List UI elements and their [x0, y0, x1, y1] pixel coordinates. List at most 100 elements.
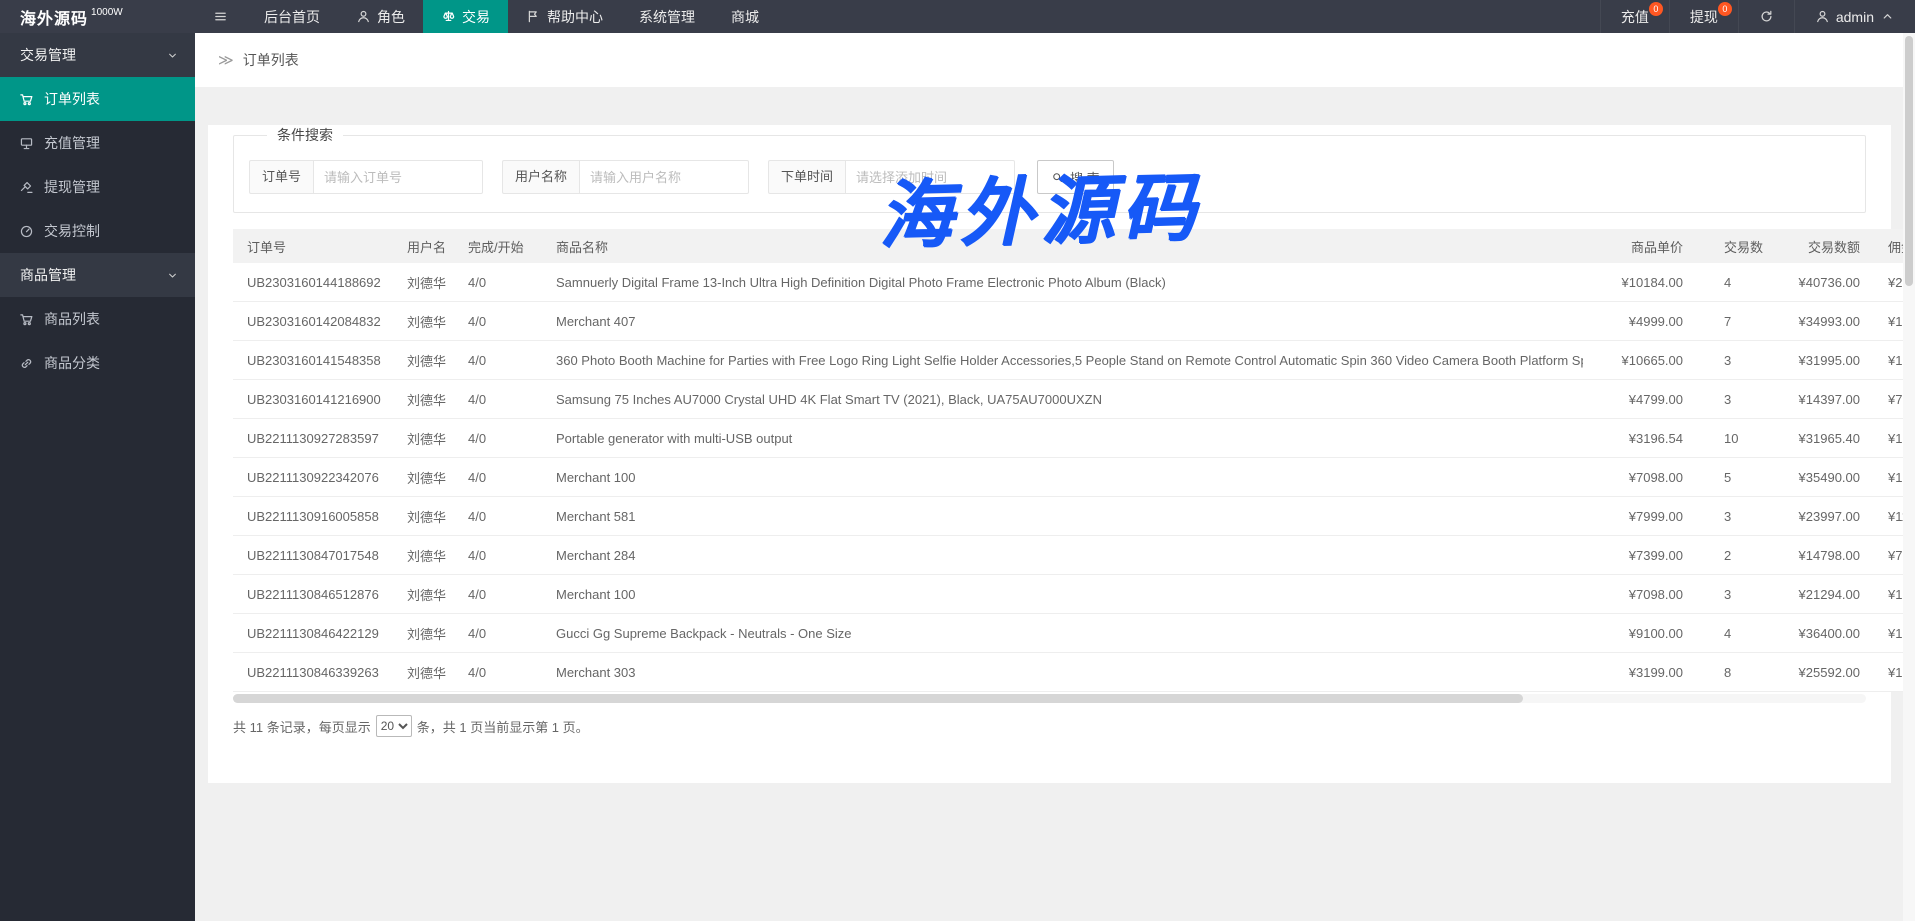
table-cell-1: UB2211130916005858 — [247, 508, 379, 524]
search-button[interactable]: 搜 索 — [1037, 160, 1114, 194]
nav-item-mall[interactable]: 商城 — [713, 0, 777, 33]
table-cell-5: ¥3199.00 — [1628, 664, 1683, 680]
table-cell-7: ¥34993.00 — [1798, 313, 1860, 329]
sidebar-item-withdraw-manage[interactable]: 提现管理 — [0, 165, 195, 209]
table-cell-7: ¥14798.00 — [1798, 547, 1860, 563]
order-time-input[interactable] — [845, 160, 1016, 194]
nav-item-recharge[interactable]: 充值 0 — [1599, 0, 1669, 33]
table-cell-6: 7 — [1724, 313, 1732, 329]
sidebar-item-recharge-manage[interactable]: 充值管理 — [0, 121, 195, 165]
nav-item-label: 商城 — [731, 8, 759, 25]
main-area: ≫ 订单列表 条件搜索 订单号用户名称下单时间搜 索 订单号用户名完成/开始商品… — [195, 33, 1915, 921]
order-no-input[interactable] — [313, 160, 484, 194]
table-row: UB2303160141548358 刘德华 4/0 360 Photo Booth … — [233, 341, 1915, 380]
content-card: 条件搜索 订单号用户名称下单时间搜 索 订单号用户名完成/开始商品名称商品单价交… — [208, 125, 1915, 783]
sidebar-item-order-list[interactable]: 订单列表 — [0, 77, 195, 121]
breadcrumb-label: 订单列表 — [242, 52, 299, 68]
table-cell-1: UB2211130847017548 — [247, 547, 379, 563]
nav-item-label: 交易 — [462, 8, 490, 25]
sidebar-item-trade-control[interactable]: 交易控制 — [0, 209, 195, 253]
nav-item-label: admin — [1835, 8, 1874, 25]
table-body: UB2303160144188692 刘德华 4/0 Samnuerly Digita… — [233, 263, 1915, 692]
table-cell-3: 4/0 — [468, 313, 487, 329]
flag-icon — [526, 9, 541, 24]
nav-item-home[interactable]: 后台首页 — [246, 0, 338, 33]
page-size-select[interactable]: 20 — [375, 715, 412, 737]
column-header-1: 订单号 — [247, 239, 287, 255]
withdraw-badge: 0 — [1717, 2, 1732, 16]
nav-item-user[interactable]: admin — [1793, 0, 1915, 33]
recharge-badge: 0 — [1648, 2, 1663, 16]
nav-item-help[interactable]: 帮助中心 — [508, 0, 621, 33]
gavel-icon — [19, 180, 34, 195]
table-cell-3: 4/0 — [468, 430, 487, 446]
table-cell-5: ¥4799.00 — [1628, 391, 1683, 407]
app-logo-badge: 1000W — [91, 7, 123, 18]
table-cell-3: 4/0 — [468, 469, 487, 485]
pagination-suffix: 条，共 1 页当前显示第 1 页。 — [416, 719, 589, 735]
refresh-button[interactable] — [1737, 0, 1794, 33]
user-name-label: 用户名称 — [502, 160, 580, 194]
sidebar-item-label: 交易控制 — [44, 223, 100, 239]
nav-item-system[interactable]: 系统管理 — [621, 0, 713, 33]
search-icon — [1051, 171, 1064, 184]
user-name-input[interactable] — [579, 160, 750, 194]
nav-item-withdraw[interactable]: 提现 0 — [1668, 0, 1738, 33]
horizontal-scrollbar-thumb[interactable] — [233, 694, 1524, 703]
column-header-5: 商品单价 — [1630, 239, 1683, 255]
order-time-label: 下单时间 — [768, 160, 846, 194]
sidebar-group-label: 交易管理 — [20, 47, 76, 63]
table-cell-6: 4 — [1724, 274, 1732, 290]
column-header-7: 交易数额 — [1807, 239, 1860, 255]
nav-right-menu: 充值 0 提现 0 admin — [1599, 0, 1915, 33]
table-cell-6: 8 — [1724, 664, 1732, 680]
table-row: UB2303160142084832 刘德华 4/0 Merchant 407 ¥499… — [233, 302, 1915, 341]
nav-menu: 后台首页 角色 交易 帮助中心 系统管理 商城 — [195, 0, 777, 33]
table-cell-4: Gucci Gg Supreme Backpack - Neutrals - O… — [556, 625, 852, 641]
table-cell-7: ¥21294.00 — [1798, 586, 1860, 602]
sidebar-group-goods[interactable]: 商品管理 — [0, 253, 195, 297]
user-icon — [356, 9, 371, 24]
sidebar-item-label: 提现管理 — [44, 179, 100, 195]
table-cell-4: Samnuerly Digital Frame 13-Inch Ultra Hi… — [556, 274, 1166, 290]
app-logo: 海外源码 1000W — [0, 0, 195, 33]
search-field-order-no: 订单号 — [249, 160, 484, 194]
nav-item-roles[interactable]: 角色 — [338, 0, 423, 33]
table-cell-5: ¥4999.00 — [1628, 313, 1683, 329]
nav-item-label: 系统管理 — [639, 8, 695, 25]
table-cell-4: 360 Photo Booth Machine for Parties with… — [556, 352, 1583, 368]
scales-icon — [441, 9, 456, 24]
table-cell-2: 刘德华 — [407, 509, 447, 525]
table-cell-7: ¥23997.00 — [1798, 508, 1860, 524]
table-row: UB2303160141216900 刘德华 4/0 Samsung 75 Inche… — [233, 380, 1915, 419]
table-cell-4: Samsung 75 Inches AU7000 Crystal UHD 4K … — [556, 391, 1102, 407]
caret-up-icon — [1880, 9, 1895, 24]
table-cell-2: 刘德华 — [407, 431, 447, 447]
horizontal-scrollbar — [233, 694, 1866, 703]
nav-item-trade[interactable]: 交易 — [423, 0, 508, 33]
table-cell-1: UB2211130927283597 — [247, 430, 379, 446]
link-icon — [19, 356, 34, 371]
vertical-scrollbar-thumb[interactable] — [1905, 36, 1913, 286]
table-cell-2: 刘德华 — [407, 392, 447, 408]
search-panel-title: 条件搜索 — [277, 127, 333, 143]
nav-item-label: 角色 — [377, 8, 405, 25]
table-cell-1: UB2303160141216900 — [247, 391, 381, 407]
table-cell-7: ¥40736.00 — [1798, 274, 1860, 290]
refresh-icon — [1759, 9, 1774, 24]
table-row: UB2211130846512876 刘德华 4/0 Merchant 100 ¥709… — [233, 575, 1915, 614]
table-cell-4: Merchant 303 — [556, 664, 636, 680]
sidebar-item-goods-category[interactable]: 商品分类 — [0, 341, 195, 385]
nav-item-label: 提现 — [1689, 8, 1718, 25]
table-cell-4: Merchant 581 — [556, 508, 636, 524]
table-row: UB2211130847017548 刘德华 4/0 Merchant 284 ¥739… — [233, 536, 1915, 575]
sidebar-item-goods-list[interactable]: 商品列表 — [0, 297, 195, 341]
table-cell-7: ¥25592.00 — [1798, 664, 1860, 680]
search-panel: 条件搜索 订单号 用户名称 下单时间 搜 索 — [233, 125, 1866, 213]
sidebar-group-trade[interactable]: 交易管理 — [0, 33, 195, 77]
table-cell-2: 刘德华 — [407, 353, 447, 369]
menu-toggle-button[interactable] — [195, 0, 246, 33]
table-cell-6: 2 — [1724, 547, 1732, 563]
table-row: UB2211130916005858 刘德华 4/0 Merchant 581 ¥799… — [233, 497, 1915, 536]
table-cell-7: ¥31965.40 — [1798, 430, 1860, 446]
